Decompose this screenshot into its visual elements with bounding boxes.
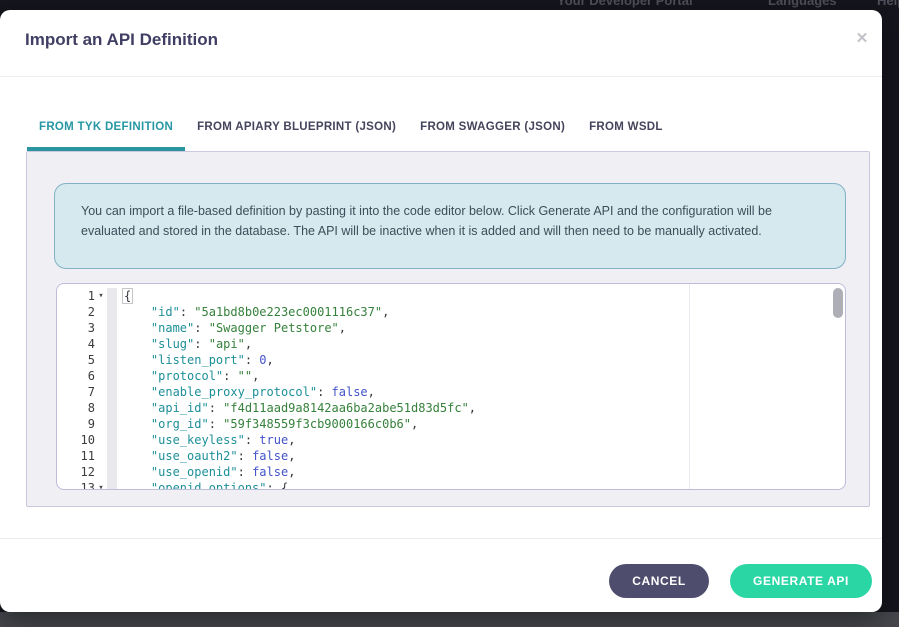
editor-scrollbar-thumb[interactable] [833,288,843,318]
background-nav-item: Your Developer Portal [557,0,693,8]
editor-code-line: "use_openid": false, [122,464,845,480]
fold-spacer [95,352,107,368]
tab-bar: FROM TYK DEFINITIONFROM APIARY BLUEPRINT… [27,106,675,151]
tab-from-apiary-blueprint-json[interactable]: FROM APIARY BLUEPRINT (JSON) [185,106,408,151]
editor-line-number: 11 [57,448,107,464]
fold-spacer [95,416,107,432]
editor-code-line: "slug": "api", [122,336,845,352]
modal-title: Import an API Definition [25,30,218,50]
editor-code-line: "api_id": "f4d11aad9a8142aa6ba2abe51d83d… [122,400,845,416]
import-api-modal: Import an API Definition ✕ FROM TYK DEFI… [0,10,882,612]
editor-code-line: "name": "Swagger Petstore", [122,320,845,336]
editor-line-number: 1▾ [57,288,107,304]
editor-line-number: 5 [57,352,107,368]
editor-code-line: { [122,288,845,304]
editor-line-number: 6 [57,368,107,384]
fold-spacer [95,304,107,320]
editor-gutter-divider [107,288,117,490]
info-banner-line: evaluated and stored in the database. Th… [81,221,819,241]
tab-from-swagger-json[interactable]: FROM SWAGGER (JSON) [408,106,577,151]
editor-code-line: "protocol": "", [122,368,845,384]
code-editor[interactable]: 1▾2345678910111213▾ { "id": "5a1bd8b0e22… [56,283,846,490]
editor-line-number: 12 [57,464,107,480]
editor-code-line: "enable_proxy_protocol": false, [122,384,845,400]
info-banner: You can import a file-based definition b… [54,183,846,269]
editor-code-line: "org_id": "59f348559f3cb9000166c0b6", [122,416,845,432]
editor-print-margin [689,284,690,489]
editor-line-number: 4 [57,336,107,352]
fold-spacer [95,432,107,448]
editor-gutter: 1▾2345678910111213▾ [57,288,107,490]
generate-api-button[interactable]: GENERATE API [730,564,872,598]
tab-from-wsdl[interactable]: FROM WSDL [577,106,675,151]
footer-divider [0,538,882,539]
editor-code-line: "openid_options": { [122,480,845,490]
background-navbar: Your Developer Portal Languages Help [0,0,899,10]
info-banner-line: You can import a file-based definition b… [81,201,819,221]
editor-code-area[interactable]: { "id": "5a1bd8b0e223ec0001116c37", "nam… [117,288,845,490]
fold-spacer [95,400,107,416]
fold-spacer [95,336,107,352]
cancel-button[interactable]: CANCEL [609,564,709,598]
editor-line-number: 10 [57,432,107,448]
editor-line-number: 3 [57,320,107,336]
tab-from-tyk-definition[interactable]: FROM TYK DEFINITION [27,106,185,151]
fold-spacer [95,448,107,464]
background-nav-item: Languages [768,0,837,8]
fold-spacer [95,464,107,480]
fold-toggle-icon[interactable]: ▾ [95,288,107,304]
editor-code-line: "use_oauth2": false, [122,448,845,464]
tab-content-panel: You can import a file-based definition b… [26,151,870,507]
editor-code-line: "listen_port": 0, [122,352,845,368]
close-icon[interactable]: ✕ [851,28,873,50]
fold-toggle-icon[interactable]: ▾ [95,480,107,490]
editor-line-number: 7 [57,384,107,400]
editor-line-number: 13▾ [57,480,107,490]
editor-line-number: 8 [57,400,107,416]
editor-code-line: "use_keyless": true, [122,432,845,448]
fold-spacer [95,320,107,336]
background-bottom-strip [0,612,899,627]
editor-line-number: 9 [57,416,107,432]
fold-spacer [95,368,107,384]
header-divider [0,76,882,77]
fold-spacer [95,384,107,400]
editor-line-number: 2 [57,304,107,320]
editor-code-line: "id": "5a1bd8b0e223ec0001116c37", [122,304,845,320]
background-nav-item: Help [877,0,899,8]
